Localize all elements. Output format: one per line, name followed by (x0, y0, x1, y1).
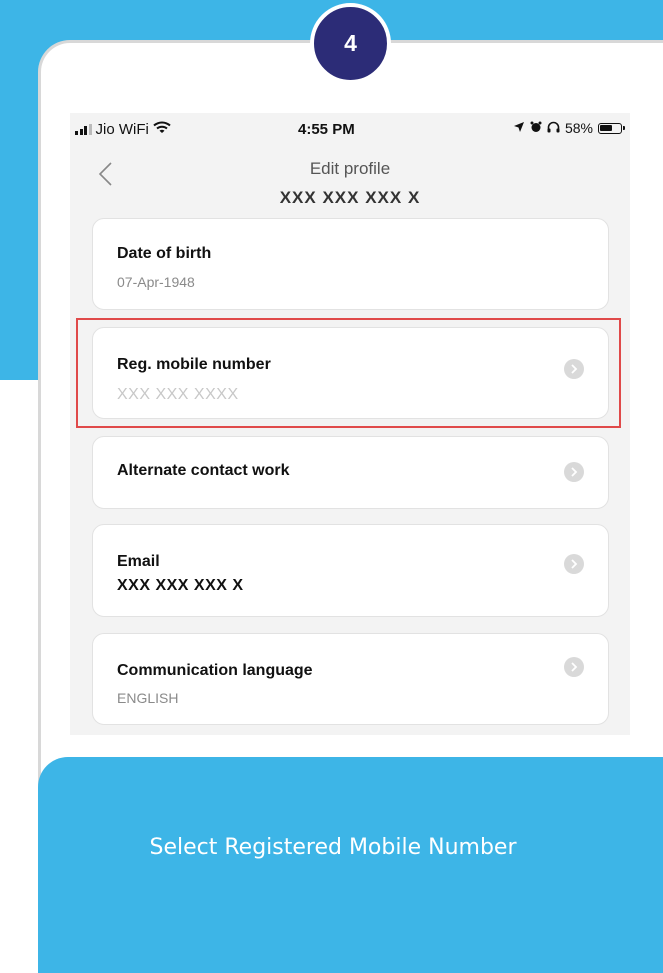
chevron-right-icon[interactable] (564, 554, 584, 574)
instruction-text: Select Registered Mobile Number (149, 835, 517, 860)
alarm-icon (530, 120, 542, 136)
headphones-icon (547, 120, 560, 136)
highlight-box-reg-mobile (76, 318, 621, 428)
row-value: 07-Apr-1948 (117, 274, 195, 290)
row-date-of-birth[interactable]: Date of birth 07-Apr-1948 (92, 218, 609, 310)
signal-icon (75, 124, 92, 135)
carrier-name: Jio WiFi (95, 121, 149, 138)
status-time: 4:55 PM (298, 121, 355, 138)
row-email[interactable]: Email XXX XXX XXX X (92, 524, 609, 617)
row-label: Alternate contact work (117, 462, 290, 479)
wifi-icon (153, 121, 171, 138)
page-title: Edit profile (309, 159, 391, 178)
row-value: XXX XXX XXX X (117, 577, 244, 594)
row-alternate-contact[interactable]: Alternate contact work (92, 436, 609, 509)
step-number-badge: 4 (310, 3, 391, 84)
chevron-right-icon[interactable] (564, 657, 584, 677)
nav-bar: Edit profile XXX XXX XXX X (70, 151, 630, 211)
battery-icon (598, 122, 625, 134)
status-bar: Jio WiFi 4:55 PM 58% (70, 113, 630, 145)
row-value: ENGLISH (117, 690, 179, 706)
row-label: Communication language (117, 662, 313, 679)
battery-percent: 58% (564, 120, 593, 136)
row-label: Date of birth (117, 245, 212, 262)
chevron-right-icon[interactable] (564, 462, 584, 482)
status-left: Jio WiFi (75, 121, 171, 138)
status-right: 58% (513, 120, 625, 136)
caption-box: Select Registered Mobile Number (38, 757, 663, 973)
row-communication-language[interactable]: Communication language ENGLISH (92, 633, 609, 725)
row-label: Email (117, 553, 160, 570)
location-arrow-icon (513, 120, 525, 136)
page-subtitle: XXX XXX XXX X (279, 188, 421, 207)
tutorial-slide: 4 Jio WiFi 4:55 PM 58% Edit profile XXX … (0, 0, 663, 973)
